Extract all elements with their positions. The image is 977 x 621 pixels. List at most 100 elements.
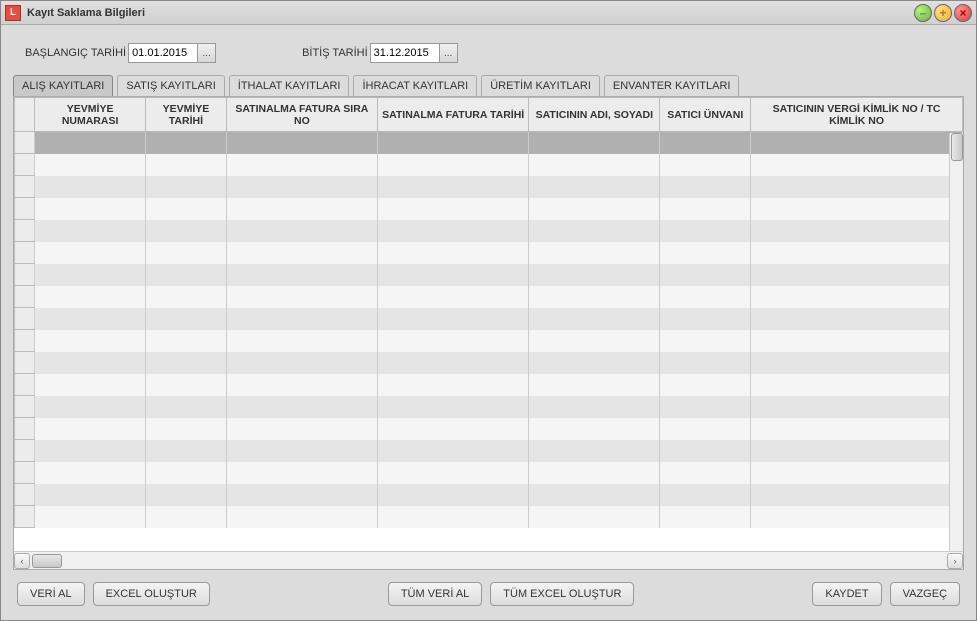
horizontal-scroll-thumb[interactable]	[32, 554, 62, 568]
grid-cell[interactable]	[378, 484, 529, 506]
grid-cell[interactable]	[146, 264, 227, 286]
tab-5[interactable]: ENVANTER KAYITLARI	[604, 75, 740, 96]
grid-cell[interactable]	[529, 220, 660, 242]
tab-0[interactable]: ALIŞ KAYITLARI	[13, 75, 113, 96]
column-header[interactable]: SATICI ÜNVANI	[660, 98, 751, 132]
grid-cell[interactable]	[529, 484, 660, 506]
grid-cell[interactable]	[146, 176, 227, 198]
close-icon[interactable]: ×	[954, 4, 972, 22]
grid-cell[interactable]	[146, 330, 227, 352]
grid-cell[interactable]	[226, 132, 377, 154]
grid-cell[interactable]	[378, 242, 529, 264]
grid-cell[interactable]	[660, 176, 751, 198]
grid-cell[interactable]	[751, 396, 963, 418]
grid-cell[interactable]	[226, 242, 377, 264]
grid-cell[interactable]	[378, 418, 529, 440]
table-row[interactable]	[15, 440, 963, 462]
grid-cell[interactable]	[226, 396, 377, 418]
grid-cell[interactable]	[529, 198, 660, 220]
grid-cell[interactable]	[378, 330, 529, 352]
grid-cell[interactable]	[146, 198, 227, 220]
grid-cell[interactable]	[751, 132, 963, 154]
column-header[interactable]: SATICININ ADI, SOYADI	[529, 98, 660, 132]
horizontal-scrollbar[interactable]: ‹ ›	[14, 551, 963, 569]
grid-cell[interactable]	[378, 176, 529, 198]
grid-cell[interactable]	[660, 418, 751, 440]
grid-cell[interactable]	[529, 242, 660, 264]
table-row[interactable]	[15, 220, 963, 242]
start-date-picker-icon[interactable]: ...	[198, 43, 216, 63]
grid-cell[interactable]	[660, 506, 751, 528]
grid-cell[interactable]	[226, 220, 377, 242]
grid-cell[interactable]	[378, 198, 529, 220]
table-row[interactable]	[15, 396, 963, 418]
table-row[interactable]	[15, 242, 963, 264]
grid-cell[interactable]	[378, 352, 529, 374]
grid-cell[interactable]	[751, 176, 963, 198]
scroll-left-icon[interactable]: ‹	[14, 553, 30, 569]
table-row[interactable]	[15, 286, 963, 308]
grid-cell[interactable]	[529, 176, 660, 198]
grid-cell[interactable]	[146, 440, 227, 462]
grid-cell[interactable]	[226, 308, 377, 330]
grid-cell[interactable]	[35, 154, 146, 176]
grid-cell[interactable]	[146, 484, 227, 506]
vazgec-button[interactable]: VAZGEÇ	[890, 582, 960, 606]
grid-cell[interactable]	[35, 132, 146, 154]
grid-cell[interactable]	[378, 308, 529, 330]
grid-cell[interactable]	[529, 330, 660, 352]
grid-cell[interactable]	[660, 484, 751, 506]
grid-cell[interactable]	[226, 418, 377, 440]
grid-cell[interactable]	[226, 198, 377, 220]
grid-cell[interactable]	[226, 440, 377, 462]
grid-cell[interactable]	[751, 462, 963, 484]
end-date-picker-icon[interactable]: ...	[440, 43, 458, 63]
start-date-input[interactable]	[128, 43, 198, 63]
grid-cell[interactable]	[146, 462, 227, 484]
grid-cell[interactable]	[35, 308, 146, 330]
kaydet-button[interactable]: KAYDET	[812, 582, 881, 606]
grid-cell[interactable]	[226, 330, 377, 352]
grid-cell[interactable]	[751, 374, 963, 396]
grid-cell[interactable]	[378, 154, 529, 176]
grid-cell[interactable]	[226, 462, 377, 484]
grid-cell[interactable]	[751, 308, 963, 330]
grid-cell[interactable]	[660, 352, 751, 374]
grid-cell[interactable]	[35, 462, 146, 484]
grid-cell[interactable]	[35, 198, 146, 220]
grid-cell[interactable]	[226, 286, 377, 308]
grid-cell[interactable]	[35, 396, 146, 418]
grid-cell[interactable]	[226, 374, 377, 396]
tab-3[interactable]: İHRACAT KAYITLARI	[353, 75, 477, 96]
grid-cell[interactable]	[226, 484, 377, 506]
table-row[interactable]	[15, 462, 963, 484]
grid-cell[interactable]	[146, 374, 227, 396]
table-row[interactable]	[15, 264, 963, 286]
grid-cell[interactable]	[35, 242, 146, 264]
grid-cell[interactable]	[751, 484, 963, 506]
table-row[interactable]	[15, 330, 963, 352]
grid-cell[interactable]	[660, 220, 751, 242]
grid-cell[interactable]	[529, 132, 660, 154]
end-date-input[interactable]	[370, 43, 440, 63]
grid-cell[interactable]	[35, 440, 146, 462]
excel-olustur-button[interactable]: EXCEL OLUŞTUR	[93, 582, 210, 606]
column-header[interactable]: SATINALMA FATURA SIRA NO	[226, 98, 377, 132]
grid-cell[interactable]	[751, 286, 963, 308]
tab-4[interactable]: ÜRETİM KAYITLARI	[481, 75, 600, 96]
scroll-track[interactable]	[32, 554, 945, 568]
grid-cell[interactable]	[35, 264, 146, 286]
grid-cell[interactable]	[378, 506, 529, 528]
vertical-scroll-thumb[interactable]	[951, 133, 963, 161]
grid-cell[interactable]	[529, 418, 660, 440]
grid-cell[interactable]	[35, 220, 146, 242]
maximize-icon[interactable]: +	[934, 4, 952, 22]
grid-cell[interactable]	[660, 286, 751, 308]
grid-cell[interactable]	[378, 132, 529, 154]
grid-cell[interactable]	[378, 396, 529, 418]
minimize-icon[interactable]: –	[914, 4, 932, 22]
table-row[interactable]	[15, 308, 963, 330]
grid-cell[interactable]	[529, 352, 660, 374]
table-row[interactable]	[15, 506, 963, 528]
grid-cell[interactable]	[751, 440, 963, 462]
